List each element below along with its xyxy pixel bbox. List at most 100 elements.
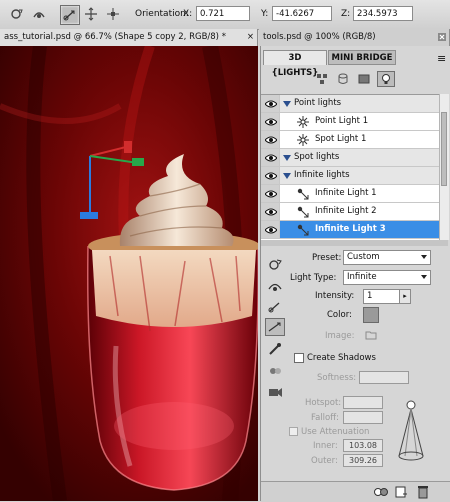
light-group-row[interactable]: Spot lights: [261, 149, 448, 167]
panel-splitter[interactable]: [261, 240, 448, 246]
inner-input: 103.08: [343, 439, 383, 452]
tab-tools[interactable]: tools.psd @ 100% (RGB/8): [259, 29, 450, 46]
drag-3d-light-icon[interactable]: [60, 5, 80, 25]
y-label: Y:: [261, 9, 269, 19]
drag-light-tool-icon[interactable]: [265, 298, 285, 316]
lights-filter-icon[interactable]: [377, 71, 395, 87]
tab-document-label: ass_tutorial.psd @ 66.7% (Shape 5 copy 2…: [4, 32, 226, 42]
spotlight-cone-preview: [398, 400, 424, 461]
visibility-eye-icon[interactable]: [261, 113, 280, 130]
preset-value: Custom: [347, 252, 380, 262]
x-label: X:: [183, 9, 193, 19]
slide-3d-light-icon[interactable]: [82, 5, 100, 23]
infinite-light-icon: [297, 206, 309, 221]
light-label: Spot Light 1: [315, 134, 367, 144]
visibility-eye-icon[interactable]: [261, 95, 280, 112]
chevron-down-icon: [421, 255, 427, 259]
z-label: Z:: [341, 9, 351, 19]
light-row[interactable]: Infinite Light 1: [261, 185, 448, 203]
light-color-swatch[interactable]: [363, 307, 379, 323]
y-orientation-input[interactable]: -41.6267: [272, 6, 332, 21]
infinite-light-icon: [297, 224, 309, 239]
light-row[interactable]: Point Light 1: [261, 113, 448, 131]
rotate-3d-light-icon[interactable]: [8, 5, 26, 23]
materials-filter-icon[interactable]: [356, 72, 372, 86]
light-type-select[interactable]: Infinite: [343, 270, 431, 285]
light-type-label: Light Type:: [290, 273, 337, 283]
image-label: Image:: [325, 331, 355, 341]
visibility-eye-icon[interactable]: [261, 149, 280, 166]
falloff-label: Falloff:: [311, 413, 339, 423]
light-group-row[interactable]: Point lights: [261, 95, 448, 113]
light-group-row[interactable]: Infinite lights: [261, 167, 448, 185]
x-orientation-input[interactable]: 0.721: [196, 6, 250, 21]
close-icon[interactable]: ×: [244, 29, 254, 46]
expand-triangle-icon[interactable]: [283, 101, 291, 107]
scene-filter-icon[interactable]: [314, 72, 330, 86]
use-attenuation-checkbox: [289, 427, 298, 436]
color-label: Color:: [327, 310, 352, 320]
scrollbar-thumb[interactable]: [441, 112, 447, 186]
create-shadows-checkbox[interactable]: [294, 353, 304, 363]
roll-3d-light-icon[interactable]: [30, 5, 48, 23]
lights-list-scrollbar[interactable]: [439, 94, 449, 240]
expand-triangle-icon[interactable]: [283, 173, 291, 179]
expand-triangle-icon[interactable]: [283, 155, 291, 161]
visibility-eye-icon[interactable]: [261, 167, 280, 184]
preset-label: Preset:: [312, 253, 342, 263]
tab-mini-bridge[interactable]: MINI BRIDGE: [328, 50, 396, 65]
softness-label: Softness:: [317, 373, 357, 383]
image-folder-icon: [365, 330, 377, 340]
move-to-view-icon[interactable]: [265, 362, 285, 380]
scale-3d-light-icon[interactable]: [104, 5, 122, 23]
intensity-slider-arrow-icon[interactable]: ▸: [399, 289, 411, 304]
light-row[interactable]: Infinite Light 3: [261, 221, 448, 239]
tab-3d-lights[interactable]: 3D {LIGHTS}: [263, 50, 327, 78]
visibility-eye-icon[interactable]: [261, 131, 280, 148]
rotate-light-tool-icon[interactable]: [265, 256, 285, 274]
point-light-icon: [297, 116, 309, 131]
light-label: Infinite Light 3: [315, 224, 386, 234]
light-label: Point lights: [294, 98, 342, 108]
inner-label: Inner:: [313, 441, 338, 451]
light-guides-icon[interactable]: [265, 383, 285, 401]
preset-select[interactable]: Custom: [343, 250, 431, 265]
visibility-eye-icon[interactable]: [261, 221, 280, 238]
meshes-filter-icon[interactable]: [335, 72, 351, 86]
hotspot-input: [343, 396, 383, 409]
light-label: Infinite Light 2: [315, 206, 377, 216]
panel-menu-icon[interactable]: ≡: [437, 52, 446, 65]
visibility-eye-icon[interactable]: [261, 203, 280, 220]
light-row[interactable]: Infinite Light 2: [261, 203, 448, 221]
spot-light-icon: [297, 134, 309, 149]
chevron-down-icon: [421, 275, 427, 279]
lights-list: Point lights Point Light 1 Spot Light 1 Spo…: [261, 94, 448, 241]
use-attenuation-label: Use Attenuation: [301, 427, 370, 437]
softness-input: [359, 371, 409, 384]
light-label: Spot lights: [294, 152, 340, 162]
intensity-label: Intensity:: [315, 291, 355, 301]
new-light-icon[interactable]: [395, 486, 409, 501]
infinite-light-icon: [297, 188, 309, 203]
panel-bottom-bar: [261, 481, 450, 502]
roll-light-tool-icon[interactable]: [265, 277, 285, 295]
toggle-lights-icon[interactable]: [373, 486, 389, 501]
light-label: Infinite Light 1: [315, 188, 377, 198]
falloff-input: [343, 411, 383, 424]
z-orientation-input[interactable]: 234.5973: [353, 6, 413, 21]
document-canvas[interactable]: [0, 46, 258, 501]
tab-document[interactable]: ass_tutorial.psd @ 66.7% (Shape 5 copy 2…: [0, 29, 258, 46]
visibility-eye-icon[interactable]: [261, 185, 280, 202]
tab-tools-label: tools.psd @ 100% (RGB/8): [263, 32, 376, 42]
slide-light-tool-icon[interactable]: [265, 318, 285, 336]
light-label: Infinite lights: [294, 170, 350, 180]
canvas-artwork: [0, 46, 258, 501]
close-icon[interactable]: [438, 33, 446, 41]
hotspot-label: Hotspot:: [305, 398, 342, 408]
point-at-origin-icon[interactable]: [265, 340, 285, 358]
create-shadows-label: Create Shadows: [307, 353, 376, 363]
trash-icon[interactable]: [417, 485, 429, 502]
light-row[interactable]: Spot Light 1: [261, 131, 448, 149]
light-label: Point Light 1: [315, 116, 369, 126]
outer-input: 309.26: [343, 454, 383, 467]
